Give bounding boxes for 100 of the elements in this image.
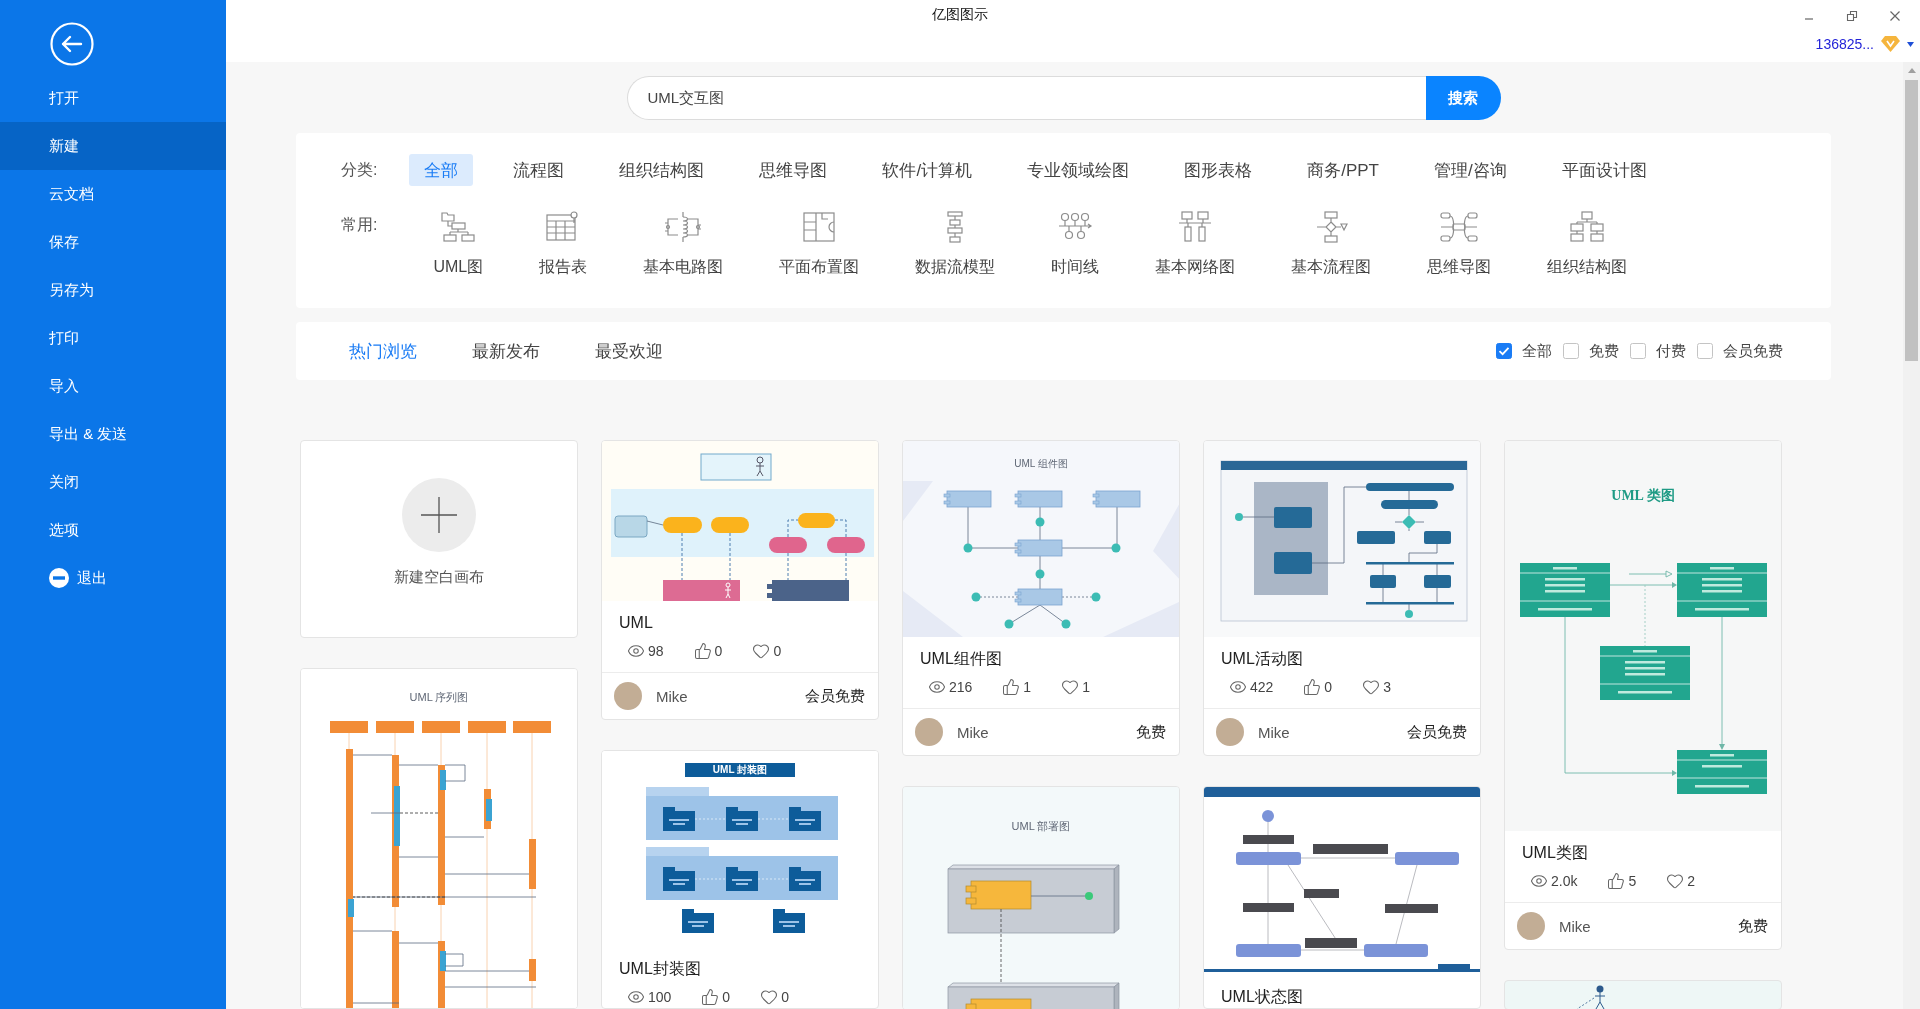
checkbox-label: 会员免费 (1723, 341, 1783, 361)
eye-icon (1229, 678, 1247, 696)
common-label: 常用: (341, 215, 378, 235)
thumbs-up-icon (693, 642, 712, 660)
category-chip[interactable]: 商务/PPT (1292, 154, 1394, 186)
category-chip[interactable]: 流程图 (498, 154, 580, 186)
avatar-placeholder (915, 718, 943, 746)
view-count: 422 (1250, 679, 1274, 695)
favorite-count: 0 (781, 989, 789, 1005)
caret-down-icon[interactable] (1907, 41, 1914, 47)
preview-title: UML 组件图 (1014, 457, 1068, 471)
category-label: 分类: (341, 160, 378, 180)
price-label: 免费 (1136, 722, 1166, 742)
template-title: UML活动图 (1221, 649, 1304, 669)
sidebar-item[interactable]: 关闭 (0, 458, 226, 506)
view-count: 2.0k (1551, 873, 1578, 889)
diagram-type-button[interactable]: 基本网络图 (1155, 205, 1236, 278)
diagram-type-button[interactable]: 基本电路图 (643, 205, 724, 278)
avatar-placeholder (1216, 718, 1244, 746)
browse-tab[interactable]: 最新发布 (472, 339, 540, 363)
heart-icon (1362, 678, 1381, 696)
stick-figure-drawing (1576, 985, 1606, 1009)
checkbox-label: 全部 (1522, 341, 1552, 361)
circuit-icon (663, 210, 704, 244)
sidebar-item[interactable]: 保存 (0, 218, 226, 266)
template-card[interactable]: UML 封装图 UML封装图 100 0 0 (601, 750, 879, 1009)
view-count: 100 (648, 989, 672, 1005)
category-chip[interactable]: 软件/计算机 (867, 154, 988, 186)
checkbox[interactable] (1697, 343, 1713, 359)
category-chip[interactable]: 思维导图 (744, 154, 843, 186)
sidebar-item[interactable]: 导出 & 发送 (0, 410, 226, 458)
checkbox[interactable] (1496, 343, 1512, 359)
close-icon[interactable] (1889, 10, 1901, 22)
scroll-up-arrow-icon[interactable] (1907, 68, 1916, 73)
like-count: 0 (1324, 679, 1333, 695)
sidebar-item[interactable]: 导入 (0, 362, 226, 410)
heart-icon (760, 988, 779, 1006)
checkbox[interactable] (1630, 343, 1646, 359)
thumbs-up-icon (1607, 872, 1626, 890)
diagram-type-button[interactable]: 思维导图 (1427, 205, 1492, 278)
sidebar-item[interactable]: 打印 (0, 314, 226, 362)
scrollbar[interactable] (1903, 62, 1920, 1009)
diagram-type-button[interactable]: 平面布置图 (779, 205, 860, 278)
heart-icon (1666, 872, 1685, 890)
template-card[interactable]: UML状态图 (1203, 786, 1481, 1009)
template-card[interactable]: UML 部署图 (902, 786, 1180, 1009)
category-chip[interactable]: 图形表格 (1169, 154, 1268, 186)
window-title: 亿图图示 (932, 6, 988, 24)
thumbs-up-icon (1303, 678, 1322, 696)
template-card[interactable]: UML活动图 422 0 3 Mike 会员免费 (1203, 440, 1481, 756)
diagram-type-button[interactable]: UML图 (433, 205, 484, 278)
author-name: Mike (957, 723, 989, 741)
template-card[interactable]: UML 类图 UML类图 2.0k 5 2 Mike 免费 (1504, 440, 1782, 950)
minus-circle-icon (49, 568, 69, 588)
diagram-type-button[interactable]: 数据流模型 (915, 205, 996, 278)
heart-icon (752, 642, 771, 660)
like-count: 5 (1628, 873, 1637, 889)
sidebar-item[interactable]: 打开 (0, 74, 226, 122)
category-chip[interactable]: 专业领域绘图 (1012, 154, 1145, 186)
sidebar-item[interactable]: 选项 (0, 506, 226, 554)
category-chip[interactable]: 组织结构图 (604, 154, 720, 186)
checkbox-label: 付费 (1656, 341, 1686, 361)
favorite-count: 1 (1082, 679, 1090, 695)
category-chip[interactable]: 管理/咨询 (1419, 154, 1522, 186)
preview-title: UML 类图 (1611, 487, 1675, 505)
account-name[interactable]: 136825... (1815, 36, 1874, 52)
template-card[interactable]: UML 序列图 (300, 668, 578, 1009)
diagram-type-button[interactable]: 组织结构图 (1547, 205, 1628, 278)
template-title: UML封装图 (619, 959, 702, 979)
author-name: Mike (656, 687, 688, 705)
avatar-placeholder (614, 682, 642, 710)
like-count: 1 (1023, 679, 1032, 695)
price-label: 会员免费 (805, 686, 865, 706)
browse-tab[interactable]: 最受欢迎 (595, 339, 663, 363)
sidebar-item[interactable]: 另存为 (0, 266, 226, 314)
author-name: Mike (1258, 723, 1290, 741)
checkbox[interactable] (1563, 343, 1579, 359)
sidebar-item[interactable]: 退出 (0, 554, 226, 602)
sidebar-item[interactable]: 新建 (0, 122, 226, 170)
heart-icon (1061, 678, 1080, 696)
template-card[interactable]: UML 组件图 UML组件图 216 1 1 Mike 免费 (902, 440, 1180, 756)
favorite-count: 0 (773, 643, 782, 659)
browse-tab[interactable]: 热门浏览 (349, 339, 417, 363)
avatar-placeholder (1517, 912, 1545, 940)
search-field[interactable]: UML交互图 (626, 76, 1426, 120)
sidebar-item[interactable]: 云文档 (0, 170, 226, 218)
template-card[interactable]: UML 98 0 0 Mike 会员免费 (601, 440, 879, 720)
eye-icon (928, 678, 946, 696)
view-count: 216 (949, 679, 973, 695)
new-blank-canvas-button[interactable]: 新建空白画布 (300, 440, 578, 638)
template-card[interactable] (1504, 980, 1782, 1009)
template-title: UML组件图 (920, 649, 1003, 669)
restore-icon[interactable] (1846, 10, 1858, 22)
eye-icon (627, 988, 645, 1006)
scrollbar-thumb[interactable] (1905, 80, 1918, 361)
diagram-type-button[interactable]: 报告表 (539, 205, 588, 278)
category-chip[interactable]: 平面设计图 (1546, 154, 1662, 186)
diagram-type-button[interactable]: 基本流程图 (1291, 205, 1372, 278)
search-button[interactable]: 搜索 (1425, 76, 1501, 120)
diagram-type-button[interactable]: 时间线 (1051, 205, 1100, 278)
